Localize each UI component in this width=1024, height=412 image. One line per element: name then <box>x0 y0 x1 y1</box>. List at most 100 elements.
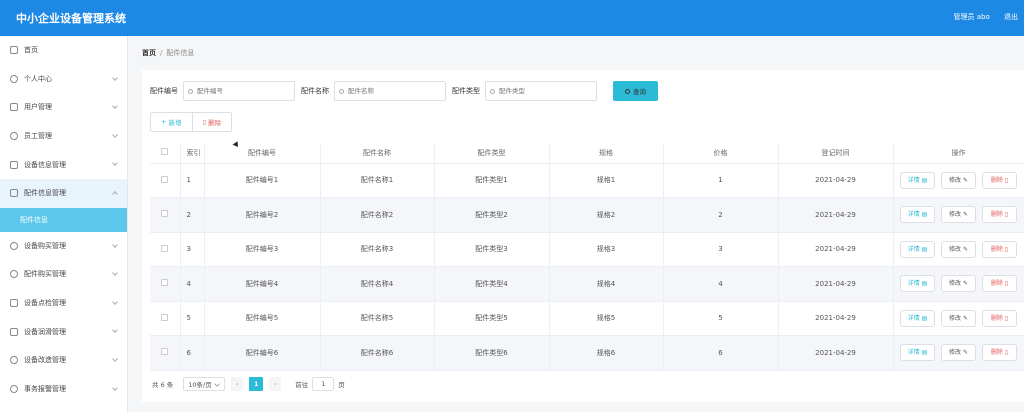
edit-button[interactable]: 修改 ✎ <box>941 206 976 224</box>
row-checkbox[interactable] <box>161 244 169 252</box>
table-row: 5 配件编号5 配件名称5 配件类型5 规格5 5 2021-04-29 详情 ▤ 修改 ✎ 删除… <box>150 301 1024 336</box>
cell-price: 4 <box>663 266 779 302</box>
sidebar-item-profile[interactable]: 个人中心 <box>0 65 127 94</box>
user-icon <box>10 384 18 393</box>
select-all-checkbox[interactable] <box>161 148 169 156</box>
chevron-up-icon <box>112 191 118 197</box>
chevron-down-icon <box>112 160 118 167</box>
column-header-code: 配件编号 <box>204 143 321 164</box>
cell-price: 3 <box>663 232 779 267</box>
table-header: 索引 配件编号 配件名称 配件类型 规格 价格 登记时间 操作 <box>150 143 1024 164</box>
add-button[interactable]: + 新增 <box>150 112 193 132</box>
delete-button[interactable]: 删除 ▯ <box>982 206 1017 224</box>
row-checkbox[interactable] <box>161 313 169 321</box>
sidebar-item-users[interactable]: 用户管理 <box>0 93 127 122</box>
delete-button[interactable]: 删除 ▯ <box>982 275 1017 293</box>
cell-code: 配件编号1 <box>204 163 321 198</box>
cell-name: 配件名称4 <box>320 266 435 302</box>
top-right: 管理员 abo 退出 <box>942 12 1018 22</box>
edit-button[interactable]: 修改 ✎ <box>941 275 976 293</box>
cell-index: 1 <box>180 163 205 198</box>
cell-index: 5 <box>180 301 205 336</box>
breadcrumb-home[interactable]: 首页 <box>142 49 156 57</box>
breadcrumb-separator: / <box>160 49 163 57</box>
column-header-type: 配件类型 <box>434 143 550 164</box>
next-page-button[interactable]: › <box>269 377 282 391</box>
cell-type: 配件类型1 <box>434 163 550 198</box>
edit-button[interactable]: 修改 ✎ <box>941 344 976 362</box>
cell-type: 配件类型3 <box>434 232 550 267</box>
logout-link[interactable]: 退出 <box>1004 13 1018 21</box>
cell-price: 1 <box>663 163 779 198</box>
detail-button[interactable]: 详情 ▤ <box>900 240 935 258</box>
sidebar-item-staff[interactable]: 员工管理 <box>0 122 127 151</box>
plus-icon: + <box>161 118 169 126</box>
edit-button[interactable]: 修改 ✎ <box>941 309 976 327</box>
table-row: 6 配件编号6 配件名称6 配件类型6 规格6 6 2021-04-29 详情 ▤ 修改 ✎ 删除… <box>150 335 1024 371</box>
top-bar: 中小企业设备管理系统 管理员 abo 退出 <box>0 0 1024 36</box>
cell-spec: 规格6 <box>549 335 664 371</box>
sidebar-item-parts[interactable]: 配件信息管理 <box>0 178 127 208</box>
part-code-label: 配件编号 <box>150 87 178 95</box>
search-icon <box>339 88 344 94</box>
gear-icon <box>10 270 18 279</box>
column-header-actions: 操作 <box>893 143 1024 164</box>
delete-button[interactable]: 删除 ▯ <box>982 240 1017 258</box>
current-page[interactable]: 1 <box>249 377 264 391</box>
detail-button[interactable]: 详情 ▤ <box>900 309 935 327</box>
row-checkbox[interactable] <box>161 279 169 287</box>
sidebar-item-renovation[interactable]: 设备改造管理 <box>0 346 127 375</box>
cell-type: 配件类型2 <box>434 197 550 233</box>
cell-index: 2 <box>180 197 205 233</box>
sidebar-item-alarm[interactable]: 事务报警管理 <box>0 375 127 404</box>
column-header-price: 价格 <box>663 143 779 164</box>
sidebar-item-inspection[interactable]: 设备点检管理 <box>0 289 127 318</box>
edit-button[interactable]: 修改 ✎ <box>941 171 976 189</box>
user-icon <box>10 74 18 83</box>
part-name-input[interactable] <box>348 87 438 95</box>
part-code-input[interactable] <box>197 87 287 95</box>
chevron-down-icon <box>112 327 118 334</box>
table-row: 1 配件编号1 配件名称1 配件类型1 规格1 1 2021-04-29 详情 ▤ 修改 ✎ 删除… <box>150 163 1024 198</box>
chevron-down-icon <box>112 298 118 305</box>
cell-name: 配件名称2 <box>320 197 435 233</box>
batch-delete-button[interactable]: ▯ 删除 <box>192 112 233 132</box>
cell-date: 2021-04-29 <box>778 197 894 233</box>
search-icon <box>490 88 495 94</box>
goto-page-input[interactable]: 1 <box>312 377 335 391</box>
row-checkbox[interactable] <box>161 210 169 218</box>
query-button[interactable]: 查询 <box>613 81 658 101</box>
delete-button[interactable]: 删除 ▯ <box>982 309 1017 327</box>
cell-date: 2021-04-29 <box>778 232 894 267</box>
detail-button[interactable]: 详情 ▤ <box>900 275 935 293</box>
clock-icon <box>10 241 18 250</box>
sidebar-item-equipment[interactable]: 设备信息管理 <box>0 150 127 179</box>
cell-actions: 详情 ▤ 修改 ✎ 删除 ▯ <box>893 301 1024 336</box>
row-checkbox[interactable] <box>161 175 169 183</box>
chevron-down-icon <box>112 103 118 110</box>
delete-button[interactable]: 删除 ▯ <box>982 344 1017 362</box>
detail-button[interactable]: 详情 ▤ <box>900 206 935 224</box>
sidebar-item-parts-purchase[interactable]: 配件购买管理 <box>0 260 127 289</box>
prev-page-button[interactable]: ‹ <box>231 377 244 391</box>
cell-name: 配件名称3 <box>320 232 435 267</box>
detail-button[interactable]: 详情 ▤ <box>900 171 935 189</box>
cell-spec: 规格2 <box>549 197 664 233</box>
cell-name: 配件名称1 <box>320 163 435 198</box>
cell-index: 3 <box>180 232 205 267</box>
sidebar-item-equipment-purchase[interactable]: 设备购买管理 <box>0 232 127 261</box>
sidebar-sub-parts-info[interactable]: 配件信息 <box>0 207 127 232</box>
chevron-down-icon <box>112 356 118 362</box>
content-panel: 配件编号 配件名称 配件类型 查询 + 新增 ▯ 删除 索引 配件编号 配件名称… <box>142 70 1024 402</box>
row-checkbox[interactable] <box>161 348 169 356</box>
page-size-select[interactable]: 10条/页 <box>183 377 226 391</box>
cell-index: 4 <box>180 266 205 302</box>
edit-button[interactable]: 修改 ✎ <box>941 240 976 258</box>
goto-label: 前往 <box>295 381 309 389</box>
sidebar-item-home[interactable]: 首页 <box>0 36 127 65</box>
part-type-input[interactable] <box>499 87 589 95</box>
delete-button[interactable]: 删除 ▯ <box>982 171 1017 189</box>
detail-button[interactable]: 详情 ▤ <box>900 344 935 362</box>
pagination: 共 6 条 10条/页 ‹ 1 › 前往 1 页 <box>152 377 345 391</box>
sidebar-item-lubrication[interactable]: 设备润滑管理 <box>0 317 127 346</box>
